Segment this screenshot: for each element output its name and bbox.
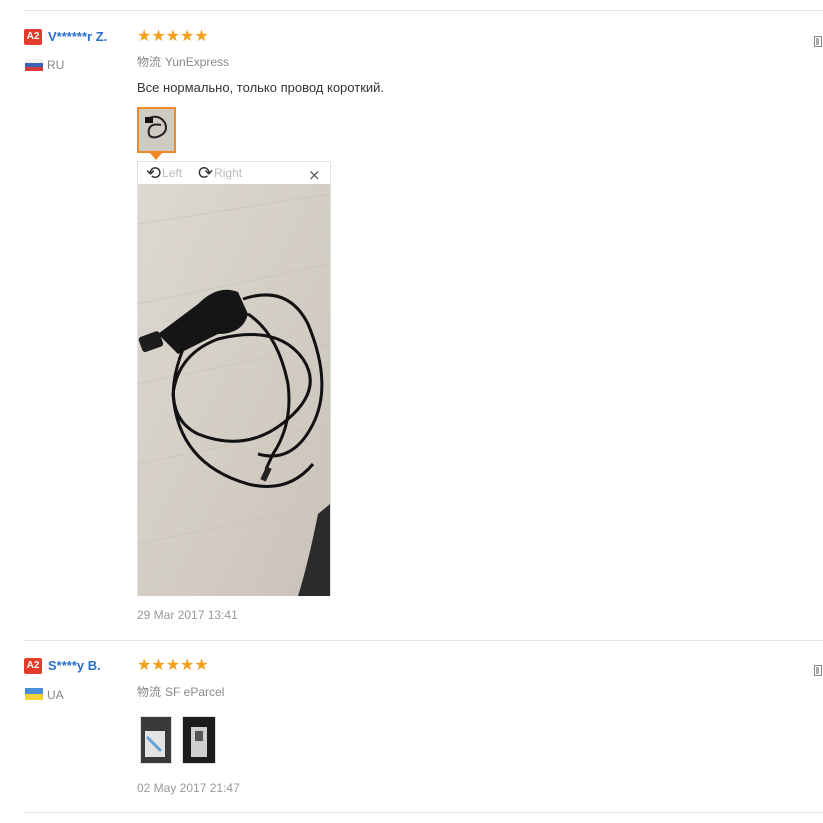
reviewer-name[interactable]: S****y B. (48, 658, 101, 673)
reviewer-country: UA (47, 688, 64, 702)
photo-thumbnail-image (183, 717, 215, 763)
rotate-right-icon: ⟳ (198, 162, 214, 184)
viewer-toolbar: ⟲Left ⟳Right × (138, 162, 330, 184)
report-icon[interactable] (814, 36, 822, 47)
level-badge: A2 (24, 658, 42, 674)
review-text: Все нормально, только провод короткий. (137, 80, 385, 95)
logistics-label: 物流 (137, 685, 162, 699)
level-badge: A2 (24, 29, 42, 45)
logistics-value: SF eParcel (165, 685, 225, 699)
russia-flag-icon (25, 59, 43, 71)
photo-thumbnail-image (141, 717, 171, 763)
review-photo-thumbnail[interactable] (137, 107, 176, 153)
logistics-info: 物流 YunExpress (137, 53, 229, 70)
reviewer-name[interactable]: V******r Z. (48, 29, 107, 44)
rotate-left-icon: ⟲ (146, 162, 162, 184)
review-date: 02 May 2017 21:47 (137, 781, 240, 795)
review-photo-thumbnail[interactable] (140, 716, 172, 764)
ukraine-flag-icon (25, 688, 43, 700)
star-rating: ★★★★★ (137, 26, 209, 45)
bottom-divider (24, 812, 823, 813)
photo-viewer: ⟲Left ⟳Right × (137, 161, 331, 596)
star-rating: ★★★★★ (137, 655, 209, 674)
reviewer-country: RU (47, 58, 65, 72)
logistics-label: 物流 (137, 55, 162, 69)
rotate-right-button[interactable]: ⟳Right (198, 163, 242, 184)
logistics-info: 物流 SF eParcel (137, 683, 224, 700)
review-photo-thumbnail[interactable] (182, 716, 216, 764)
thumbnail-pointer (150, 153, 162, 160)
top-divider (24, 10, 823, 11)
review-date: 29 Mar 2017 13:41 (137, 608, 238, 622)
review-photo-large (138, 184, 330, 596)
logistics-value: YunExpress (165, 55, 230, 69)
car-charger-cable-photo (138, 184, 330, 596)
review-divider (24, 640, 823, 641)
rotate-right-label: Right (214, 166, 243, 180)
rotate-left-label: Left (162, 166, 183, 180)
report-icon[interactable] (814, 665, 822, 676)
rotate-left-button[interactable]: ⟲Left (146, 163, 182, 184)
cable-thumbnail-image (139, 109, 174, 151)
close-viewer-button[interactable]: × (308, 165, 321, 185)
